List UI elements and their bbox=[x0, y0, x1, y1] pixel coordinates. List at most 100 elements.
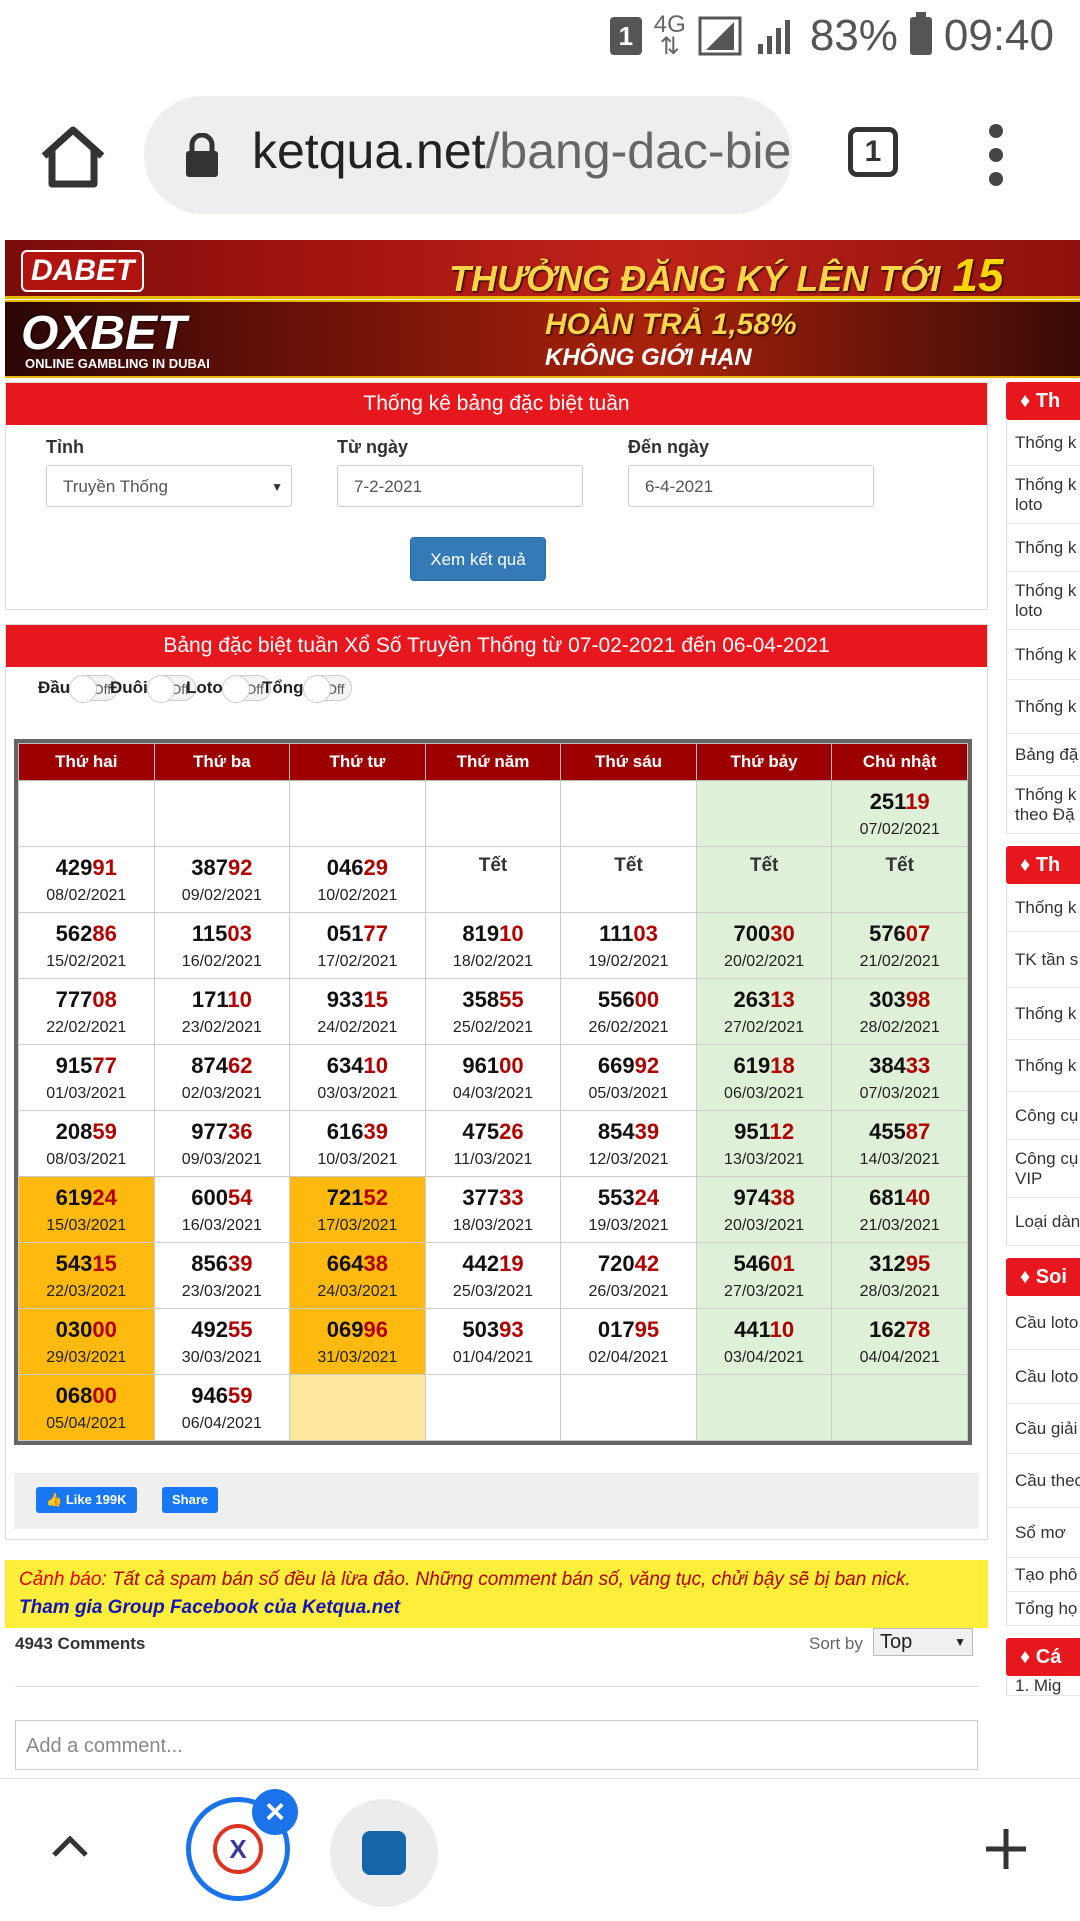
facebook-like-button[interactable]: 👍 Like 199K bbox=[36, 1487, 137, 1513]
sidebar-link[interactable]: Thống k bbox=[1006, 884, 1080, 932]
prize-number: 54315 bbox=[55, 1251, 117, 1276]
sidebar-link[interactable]: Thống k theo Đặ bbox=[1006, 776, 1080, 834]
prize-number: 38792 bbox=[191, 855, 253, 880]
sidebar-link[interactable]: Thống k bbox=[1006, 680, 1080, 734]
sidebar-link[interactable]: Loại dàn bbox=[1006, 1198, 1080, 1246]
banner-ad-dabet[interactable]: DABET THƯỞNG ĐĂNG KÝ LÊN TỚI15 TRIỆU bbox=[5, 240, 1080, 299]
draw-date: 21/03/2021 bbox=[859, 1217, 940, 1234]
result-cell: 97438 20/03/2021 bbox=[695, 1176, 833, 1243]
result-cell: 44219 25/03/2021 bbox=[424, 1242, 562, 1309]
result-cell: 17110 23/02/2021 bbox=[153, 978, 291, 1045]
sidebar-link[interactable]: Cầu theo bbox=[1006, 1454, 1080, 1508]
toggle-switch[interactable]: Off bbox=[302, 675, 352, 703]
toggle-label: Loto bbox=[186, 678, 223, 697]
draw-date: 19/02/2021 bbox=[588, 953, 669, 970]
result-cell bbox=[424, 1374, 562, 1441]
result-cell: 35855 25/02/2021 bbox=[424, 978, 562, 1045]
prize-number: 81910 bbox=[462, 921, 524, 946]
warning-text: Tất cả spam bán số đều là lừa đảo. Những… bbox=[106, 1569, 911, 1590]
draw-date: 01/03/2021 bbox=[46, 1085, 127, 1102]
table-row: 91577 01/03/2021 87462 02/03/2021 63410 03/03… bbox=[18, 1044, 968, 1111]
address-bar[interactable]: ketqua.net/bang-dac-bie bbox=[144, 96, 792, 214]
plus-icon[interactable] bbox=[984, 1827, 1028, 1871]
result-cell: 70030 20/02/2021 bbox=[695, 912, 833, 979]
tab-switcher-button[interactable]: 1 bbox=[848, 127, 898, 177]
overflow-menu-icon[interactable] bbox=[984, 124, 1008, 188]
draw-date: 03/03/2021 bbox=[317, 1085, 398, 1102]
prize-number: 72042 bbox=[597, 1251, 660, 1276]
social-row: 👍 Like 199K Share bbox=[14, 1473, 979, 1529]
toggle-label: Đuôi bbox=[110, 678, 148, 697]
sidebar-link[interactable]: Thống k bbox=[1006, 988, 1080, 1040]
holiday-label: Tết bbox=[478, 855, 508, 876]
to-date-input[interactable]: 6-4-2021 bbox=[628, 465, 874, 507]
draw-date: 28/03/2021 bbox=[859, 1283, 940, 1300]
draw-date: 24/02/2021 bbox=[317, 1019, 398, 1036]
draw-date: 27/02/2021 bbox=[724, 1019, 805, 1036]
result-cell: 61924 15/03/2021 bbox=[18, 1176, 155, 1243]
submit-button[interactable]: Xem kết quả bbox=[410, 537, 546, 581]
result-cell bbox=[560, 1374, 697, 1441]
prize-number: 61924 bbox=[55, 1185, 117, 1210]
results-panel: Bảng đặc biệt tuần Xổ Số Truyền Thống từ… bbox=[5, 624, 988, 1540]
prize-number: 11503 bbox=[191, 921, 252, 946]
facebook-share-button[interactable]: Share bbox=[162, 1487, 219, 1513]
sidebar-link[interactable]: Sổ mơ bbox=[1006, 1508, 1080, 1558]
province-select[interactable]: Truyền Thống ▼ bbox=[46, 465, 292, 507]
draw-date: 30/03/2021 bbox=[181, 1349, 262, 1366]
draw-date: 20/02/2021 bbox=[724, 953, 805, 970]
sidebar-link[interactable]: Cầu giải bbox=[1006, 1404, 1080, 1454]
table-row: 56286 15/02/2021 11503 16/02/2021 05177 17/02… bbox=[18, 912, 968, 979]
sidebar-link[interactable]: Thống k loto bbox=[1006, 572, 1080, 630]
close-icon[interactable]: × bbox=[252, 1789, 298, 1835]
result-cell: 06996 31/03/2021 bbox=[289, 1308, 426, 1375]
banner-ad-oxbet[interactable]: OXBET ONLINE GAMBLING IN DUBAI HOÀN TRẢ … bbox=[5, 300, 1080, 378]
table-row: 54315 22/03/2021 85639 23/03/2021 66438 24/03… bbox=[18, 1242, 968, 1309]
result-cell: 49255 30/03/2021 bbox=[153, 1308, 291, 1375]
sidebar-link[interactable]: Thống k bbox=[1006, 420, 1080, 466]
sidebar-link[interactable]: Thống k bbox=[1006, 1040, 1080, 1092]
home-icon[interactable] bbox=[38, 122, 108, 192]
draw-date: 31/03/2021 bbox=[317, 1349, 398, 1366]
sidebar-link[interactable]: Thống k bbox=[1006, 630, 1080, 680]
result-cell: 54601 27/03/2021 bbox=[695, 1242, 833, 1309]
results-title: Bảng đặc biệt tuần Xổ Số Truyền Thống từ… bbox=[6, 625, 987, 667]
prize-number: 63410 bbox=[326, 1053, 388, 1078]
sidebar-link[interactable]: Thống k bbox=[1006, 524, 1080, 572]
prize-number: 30398 bbox=[869, 987, 931, 1012]
draw-date: 17/03/2021 bbox=[317, 1217, 398, 1234]
draw-date: 10/02/2021 bbox=[317, 887, 398, 904]
sidebar-link[interactable]: Bảng đặ bbox=[1006, 734, 1080, 776]
sidebar-link[interactable]: Công cụ VIP bbox=[1006, 1140, 1080, 1198]
sidebar-link[interactable]: Cầu loto bbox=[1006, 1296, 1080, 1350]
warning-label: Cảnh báo: bbox=[19, 1569, 107, 1590]
signal-icon-2 bbox=[757, 20, 790, 54]
filter-form: Tỉnh Truyền Thống ▼ Từ ngày 7-2-2021 Đến … bbox=[6, 425, 987, 609]
tab-thumbnail[interactable] bbox=[330, 1799, 438, 1907]
draw-date: 23/02/2021 bbox=[181, 1019, 262, 1036]
add-comment-input[interactable]: Add a comment... bbox=[15, 1720, 978, 1770]
sidebar-link[interactable]: Thống k loto bbox=[1006, 466, 1080, 524]
result-cell: 03000 29/03/2021 bbox=[18, 1308, 155, 1375]
result-cell: Tết bbox=[424, 846, 562, 913]
draw-date: 02/04/2021 bbox=[588, 1349, 669, 1366]
draw-date: 22/02/2021 bbox=[46, 1019, 127, 1036]
sidebar-link[interactable]: Tạo phô bbox=[1006, 1558, 1080, 1592]
sidebar-link[interactable]: Cầu loto bbox=[1006, 1350, 1080, 1404]
sidebar-link[interactable]: Công cụ bbox=[1006, 1092, 1080, 1140]
sort-select[interactable]: Top ▼ bbox=[873, 1628, 973, 1656]
result-cell bbox=[289, 1374, 426, 1441]
column-header: Thứ năm bbox=[424, 743, 562, 781]
result-cell: 16278 04/04/2021 bbox=[831, 1308, 968, 1375]
to-date-label: Đến ngày bbox=[628, 437, 710, 457]
sidebar-link[interactable]: Tổng họ bbox=[1006, 1592, 1080, 1626]
browser-toolbar: ketqua.net/bang-dac-bie 1 bbox=[0, 72, 1080, 238]
chevron-up-icon[interactable] bbox=[50, 1831, 90, 1861]
draw-date: 29/03/2021 bbox=[46, 1349, 127, 1366]
sidebar-link[interactable]: TK tần s bbox=[1006, 932, 1080, 988]
from-date-input[interactable]: 7-2-2021 bbox=[337, 465, 583, 507]
sidebar-link[interactable]: 1. Mig bbox=[1006, 1676, 1080, 1696]
table-row: 77708 22/02/2021 17110 23/02/2021 93315 24/02… bbox=[18, 978, 968, 1045]
prize-number: 04629 bbox=[326, 855, 388, 880]
facebook-group-link[interactable]: Tham gia Group Facebook của Ketqua.net bbox=[19, 1594, 974, 1622]
